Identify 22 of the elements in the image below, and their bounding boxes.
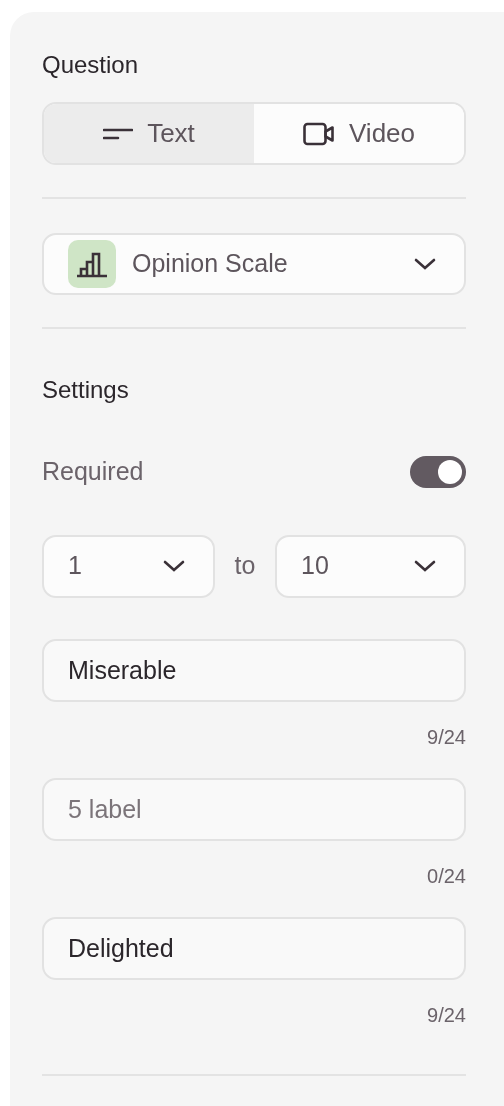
- required-toggle[interactable]: [410, 455, 466, 488]
- mode-tab[interactable]: Text: [44, 104, 254, 163]
- video-camera-icon: [303, 121, 335, 146]
- label-field[interactable]: 5 label: [42, 777, 466, 841]
- range-end-dropdown[interactable]: 10: [275, 534, 466, 598]
- character-counter: 9/24: [427, 1002, 466, 1028]
- section-heading: Question: [42, 50, 140, 80]
- bar-chart-icon: [68, 240, 116, 288]
- character-counter: 9/24: [427, 724, 466, 750]
- label-field[interactable]: Delighted: [42, 916, 466, 980]
- chevron-down-icon: [163, 560, 185, 572]
- lines-icon: [103, 126, 134, 141]
- label-field[interactable]: Miserable: [42, 638, 466, 702]
- chevron-down-icon: [414, 560, 436, 572]
- range-start-dropdown[interactable]: 1: [42, 534, 215, 598]
- section-heading: Settings: [42, 375, 130, 405]
- required-label: Required: [42, 456, 144, 487]
- dropdown-value: Opinion Scale: [132, 248, 289, 280]
- chevron-down-icon: [414, 258, 436, 270]
- character-counter: 0/24: [427, 863, 466, 889]
- question-type-dropdown[interactable]: Opinion Scale: [42, 233, 466, 295]
- range-separator: to: [233, 550, 257, 582]
